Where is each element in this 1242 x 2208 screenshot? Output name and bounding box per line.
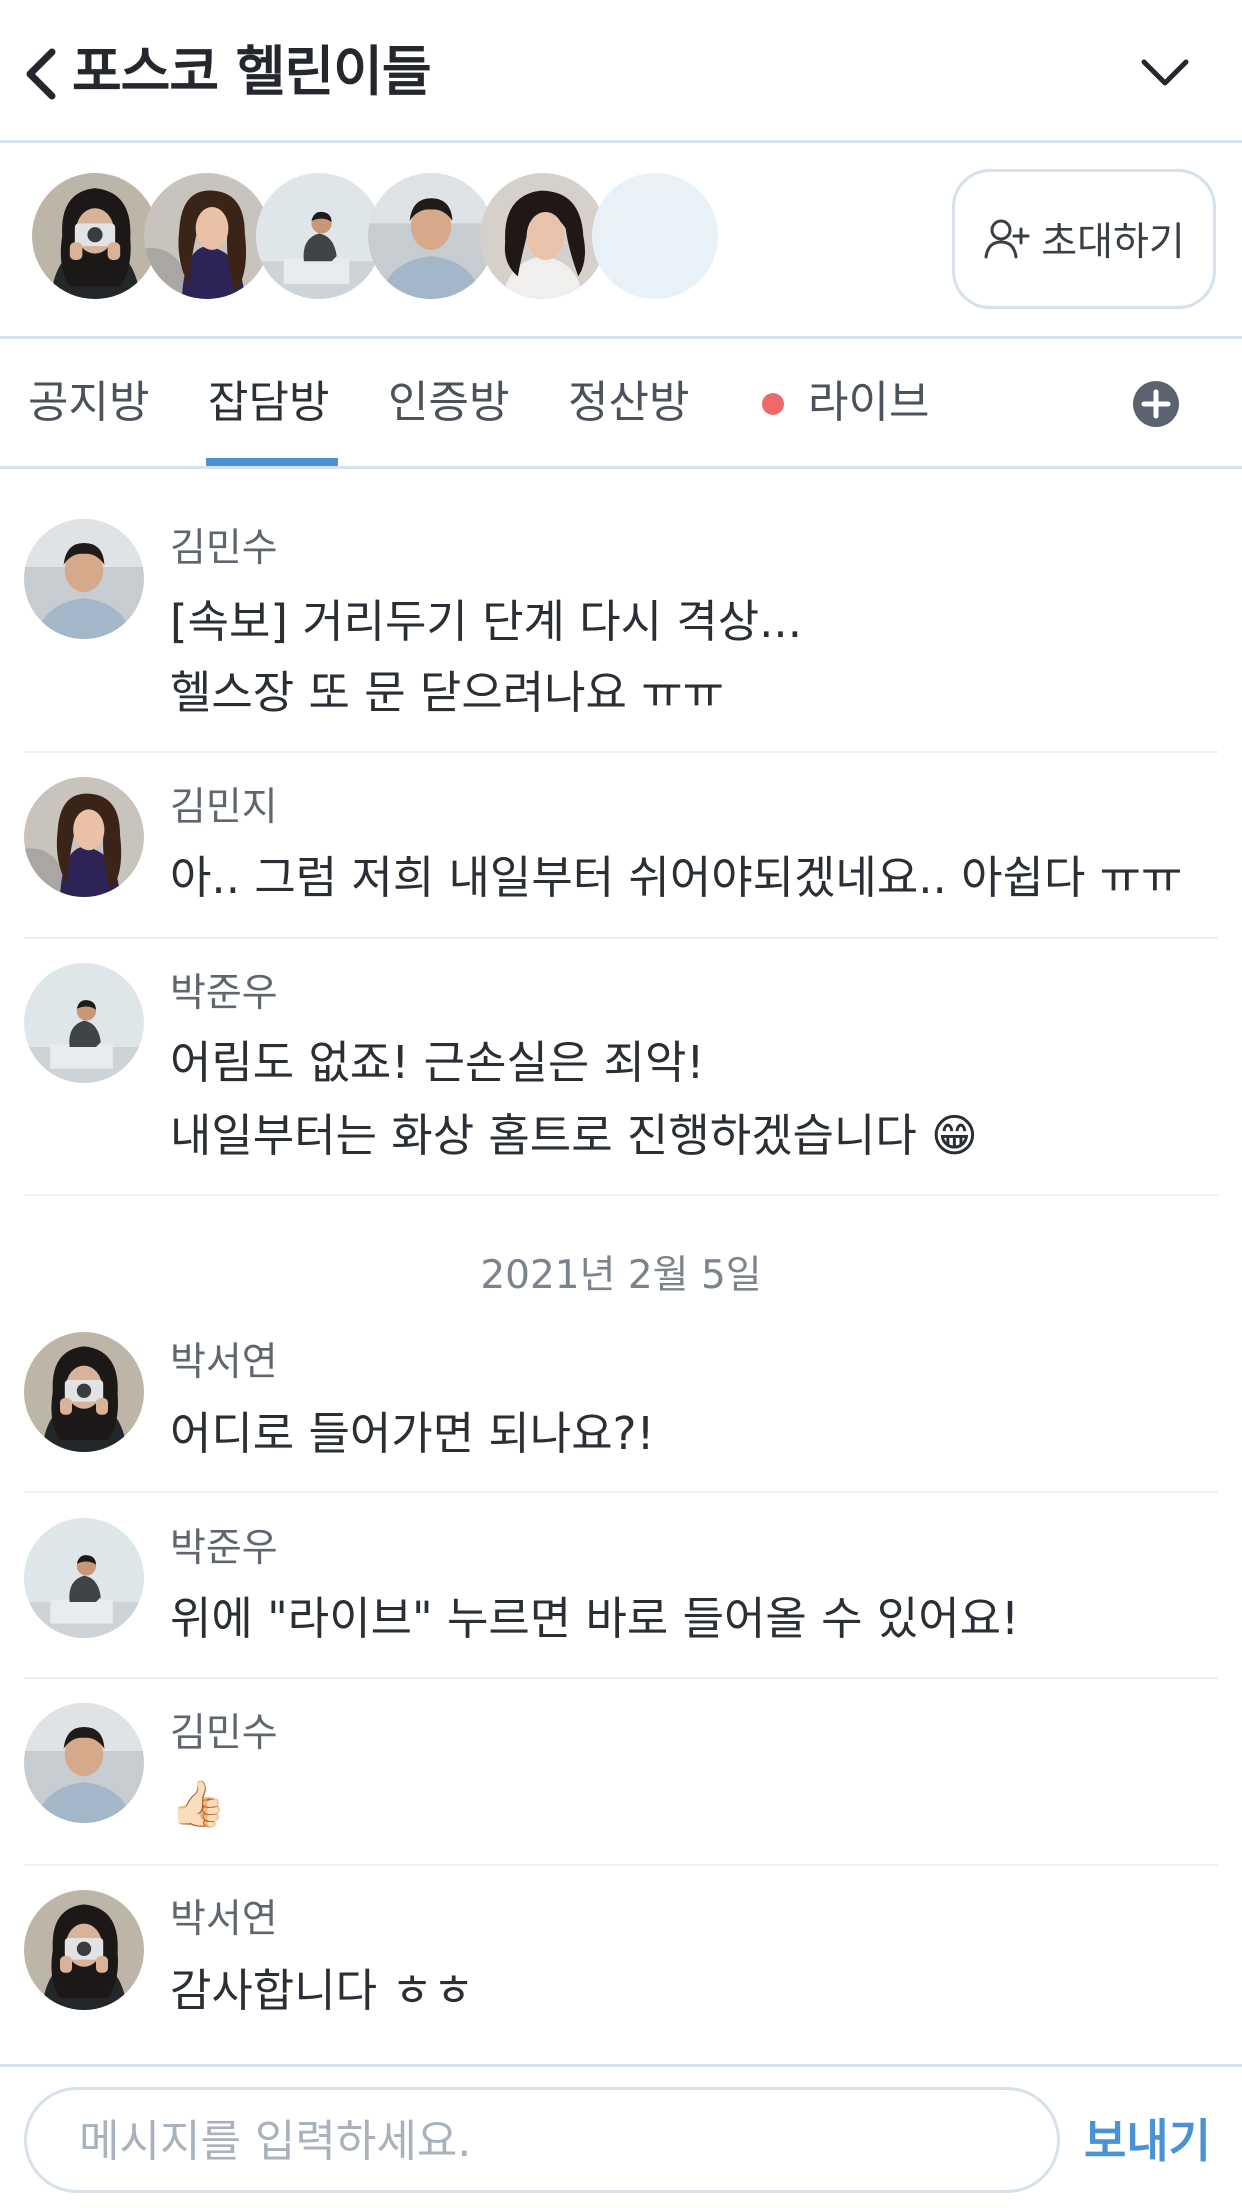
- back-chevron-icon[interactable]: [22, 48, 62, 100]
- message-text: 감사합니다 ㅎㅎ: [170, 1964, 475, 2017]
- message-divider: [24, 1491, 1218, 1493]
- tab-chat[interactable]: 잡담방: [208, 373, 329, 433]
- message-text: 👍🏻: [170, 1777, 227, 1830]
- member-avatar-placeholder: [592, 173, 718, 299]
- message-composer: 보내기: [0, 2064, 1242, 2208]
- tab-verify[interactable]: 인증방: [388, 373, 509, 433]
- member-avatar[interactable]: [144, 173, 270, 299]
- invite-button[interactable]: 초대하기: [952, 169, 1216, 309]
- message-divider: [24, 1194, 1218, 1196]
- avatar[interactable]: [24, 1518, 144, 1638]
- message-divider: [24, 937, 1218, 939]
- avatar[interactable]: [24, 777, 144, 897]
- invite-label: 초대하기: [1041, 220, 1185, 265]
- avatar[interactable]: [24, 1890, 144, 2010]
- message-text: 위에 "라이브" 누르면 바로 들어올 수 있어요!: [170, 1592, 1020, 1645]
- member-avatar[interactable]: [32, 173, 158, 299]
- message-sender: 박준우: [170, 1526, 278, 1571]
- message-sender: 박서연: [170, 1897, 278, 1942]
- live-indicator-dot: [762, 393, 784, 415]
- add-person-icon: [984, 219, 1030, 259]
- chevron-down-icon[interactable]: [1140, 56, 1190, 90]
- date-separator: 2021년 2월 5일: [480, 1253, 762, 1298]
- message-divider: [24, 751, 1218, 753]
- tab-settle[interactable]: 정산방: [568, 373, 689, 433]
- message-input-box: [24, 2087, 1060, 2193]
- room-title: 포스코 헬린이들: [72, 40, 432, 103]
- message-text: 아.. 그럼 저희 내일부터 쉬어야되겠네요.. 아쉽다 ㅠㅠ: [170, 851, 1183, 904]
- avatar[interactable]: [24, 963, 144, 1083]
- message-text: [속보] 거리두기 단계 다시 격상...: [170, 595, 803, 648]
- member-avatar[interactable]: [256, 173, 382, 299]
- message-sender: 김민수: [170, 526, 278, 571]
- message-sender: 김민지: [170, 785, 278, 830]
- message-text: 어디로 들어가면 되나요?!: [170, 1407, 655, 1460]
- room-tabs: 공지방 잡담방 인증방 정산방 라이브: [0, 339, 1242, 469]
- message-sender: 박서연: [170, 1340, 278, 1385]
- member-avatar[interactable]: [368, 173, 494, 299]
- message-divider: [24, 1677, 1218, 1679]
- send-button[interactable]: 보내기: [1084, 2111, 1211, 2171]
- members-bar: 초대하기: [0, 143, 1242, 339]
- avatar[interactable]: [24, 1703, 144, 1823]
- message-text: 헬스장 또 문 닫으려나요 ㅠㅠ: [170, 666, 725, 719]
- message-text: 어림도 없죠! 근손실은 죄악!: [170, 1036, 705, 1089]
- message-input[interactable]: [77, 2090, 1021, 2192]
- member-avatar[interactable]: [480, 173, 606, 299]
- active-tab-indicator: [206, 458, 338, 466]
- tab-notice[interactable]: 공지방: [28, 373, 149, 433]
- message-sender: 김민수: [170, 1711, 278, 1756]
- tab-live[interactable]: 라이브: [808, 373, 929, 433]
- avatar[interactable]: [24, 519, 144, 639]
- message-text: 내일부터는 화상 홈트로 진행하겠습니다 😁: [170, 1109, 978, 1162]
- chat-header: 포스코 헬린이들: [0, 0, 1242, 143]
- message-divider: [24, 1864, 1218, 1866]
- avatar[interactable]: [24, 1332, 144, 1452]
- add-room-icon[interactable]: [1132, 380, 1180, 428]
- message-sender: 박준우: [170, 971, 278, 1016]
